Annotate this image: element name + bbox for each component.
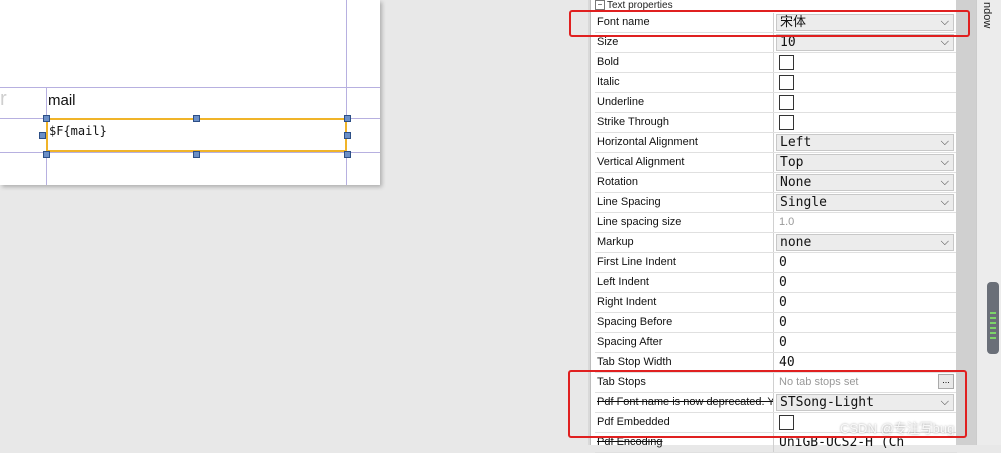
rotation-select[interactable]: None ⌵	[776, 174, 954, 191]
chevron-down-icon[interactable]: ⌵	[941, 36, 949, 49]
spacing-before-value[interactable]: 0	[779, 313, 787, 332]
property-name: Right Indent	[597, 293, 774, 312]
property-name: Spacing Before	[597, 313, 774, 332]
chevron-down-icon[interactable]: ⌵	[941, 196, 949, 209]
band-guide-line	[0, 87, 380, 88]
property-name: Italic	[597, 73, 774, 92]
line-spacing-select[interactable]: Single ⌵	[776, 194, 954, 211]
property-name: Underline	[597, 93, 774, 112]
property-value[interactable]: 0	[776, 313, 956, 332]
strike-through-checkbox[interactable]	[779, 115, 794, 130]
selected-value: none	[780, 235, 812, 250]
property-value[interactable]: none ⌵	[776, 233, 956, 252]
selected-value: None	[780, 175, 812, 190]
selected-value: Top	[780, 155, 804, 170]
left-indent-value[interactable]: 0	[779, 273, 787, 292]
line-spacing-size-value[interactable]: 1.0	[779, 213, 794, 232]
report-designer-canvas[interactable]: r mail $F{mail}	[0, 0, 588, 445]
side-window-strip[interactable]: ndow	[976, 0, 1001, 445]
property-row-vertical-alignment[interactable]: Vertical Alignment Top ⌵	[595, 153, 957, 173]
property-row-line-spacing[interactable]: Line Spacing Single ⌵	[595, 193, 957, 213]
field-expression[interactable]: $F{mail}	[49, 124, 107, 138]
markup-select[interactable]: none ⌵	[776, 234, 954, 251]
collapse-icon[interactable]: −	[595, 0, 605, 10]
property-row-italic[interactable]: Italic	[595, 73, 957, 93]
vertical-alignment-select[interactable]: Top ⌵	[776, 154, 954, 171]
right-indent-value[interactable]: 0	[779, 293, 787, 312]
property-value[interactable]	[776, 73, 956, 92]
property-value[interactable]: None ⌵	[776, 173, 956, 192]
chevron-down-icon[interactable]: ⌵	[941, 136, 949, 149]
property-row-strike-through[interactable]: Strike Through	[595, 113, 957, 133]
property-row-line-spacing-size[interactable]: Line spacing size 1.0	[595, 213, 957, 233]
property-value[interactable]	[776, 53, 956, 72]
resize-handle-top-right[interactable]	[344, 115, 351, 122]
watermark: CSDN @专注写bug	[840, 421, 955, 436]
property-value[interactable]: Top ⌵	[776, 153, 956, 172]
property-value[interactable]: 0	[776, 333, 956, 352]
property-value[interactable]: 1.0	[776, 213, 956, 232]
property-name: Line Spacing	[597, 193, 774, 212]
property-row-markup[interactable]: Markup none ⌵	[595, 233, 957, 253]
band-guide-line	[0, 152, 380, 153]
highlight-font-name	[569, 10, 970, 37]
property-value[interactable]	[776, 93, 956, 112]
property-name: First Line Indent	[597, 253, 774, 272]
property-value[interactable]: 0	[776, 253, 956, 272]
resize-handle-bottom-left[interactable]	[43, 151, 50, 158]
property-row-first-line-indent[interactable]: First Line Indent 0	[595, 253, 957, 273]
property-name: Strike Through	[597, 113, 774, 132]
report-page[interactable]: r mail $F{mail}	[0, 0, 380, 185]
resize-handle-bottom-right[interactable]	[344, 151, 351, 158]
first-line-indent-value[interactable]: 0	[779, 253, 787, 272]
property-row-left-indent[interactable]: Left Indent 0	[595, 273, 957, 293]
property-name: Horizontal Alignment	[597, 133, 774, 152]
property-value[interactable]: 0	[776, 273, 956, 292]
italic-checkbox[interactable]	[779, 75, 794, 90]
resize-handle-top-left[interactable]	[43, 115, 50, 122]
horizontal-alignment-select[interactable]: Left ⌵	[776, 134, 954, 151]
property-row-right-indent[interactable]: Right Indent 0	[595, 293, 957, 313]
property-row-underline[interactable]: Underline	[595, 93, 957, 113]
property-value[interactable]	[776, 113, 956, 132]
grip-handle-icon[interactable]	[987, 282, 999, 354]
underline-checkbox[interactable]	[779, 95, 794, 110]
property-value[interactable]: Single ⌵	[776, 193, 956, 212]
property-row-horizontal-alignment[interactable]: Horizontal Alignment Left ⌵	[595, 133, 957, 153]
chevron-down-icon[interactable]: ⌵	[941, 176, 949, 189]
partial-column-header: r	[0, 88, 7, 110]
property-name: Rotation	[597, 173, 774, 192]
property-row-rotation[interactable]: Rotation None ⌵	[595, 173, 957, 193]
spacing-after-value[interactable]: 0	[779, 333, 787, 352]
selected-value: Single	[780, 195, 827, 210]
resize-handle-top[interactable]	[193, 115, 200, 122]
chevron-down-icon[interactable]: ⌵	[941, 236, 949, 249]
property-value[interactable]: 0	[776, 293, 956, 312]
chevron-down-icon[interactable]: ⌵	[941, 156, 949, 169]
property-row-spacing-after[interactable]: Spacing After 0	[595, 333, 957, 353]
property-name: Vertical Alignment	[597, 153, 774, 172]
property-value[interactable]: Left ⌵	[776, 133, 956, 152]
selected-value: Left	[780, 135, 812, 150]
column-header-mail[interactable]: mail	[48, 92, 76, 109]
resize-handle-bottom[interactable]	[193, 151, 200, 158]
side-window-label[interactable]: ndow	[981, 2, 993, 28]
resize-handle-right[interactable]	[344, 132, 351, 139]
property-name: Markup	[597, 233, 774, 252]
bold-checkbox[interactable]	[779, 55, 794, 70]
property-name: Spacing After	[597, 333, 774, 352]
property-row-spacing-before[interactable]: Spacing Before 0	[595, 313, 957, 333]
property-row-bold[interactable]: Bold	[595, 53, 957, 73]
resize-handle-left[interactable]	[39, 132, 46, 139]
property-name: Bold	[597, 53, 774, 72]
property-name: Left Indent	[597, 273, 774, 292]
property-name: Line spacing size	[597, 213, 774, 232]
